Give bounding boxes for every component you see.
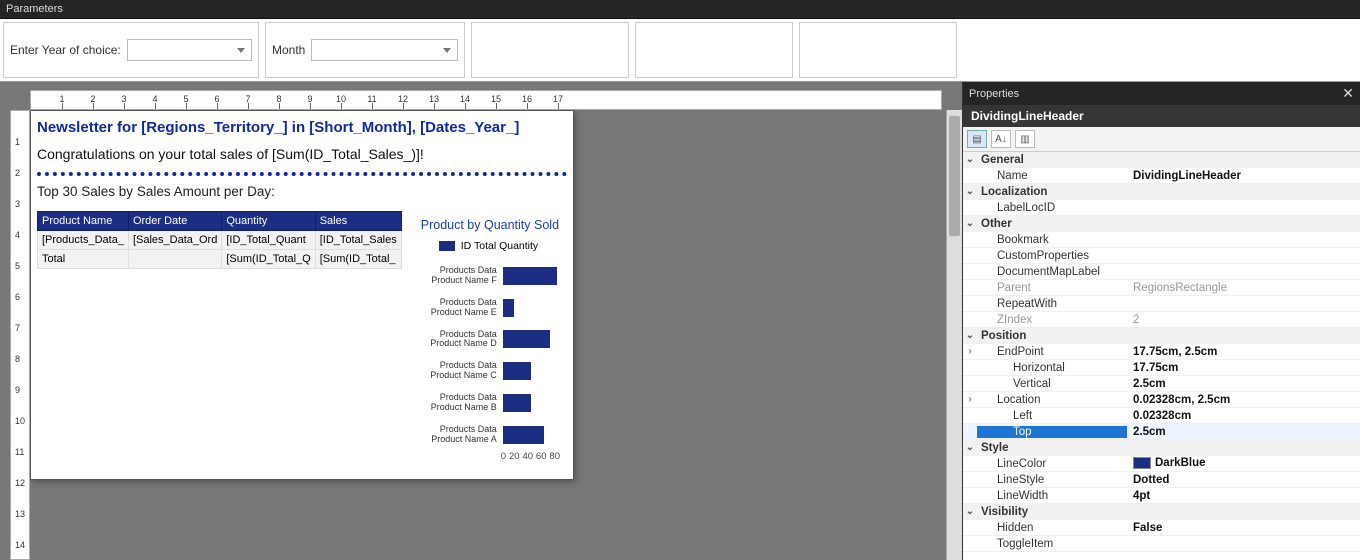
table-header[interactable]: Sales [315,212,401,231]
bar-row: Products DataProduct Name F [423,266,560,286]
param-year-select[interactable] [127,39,252,61]
prop-row-horizontal[interactable]: Horizontal17.75cm [963,360,1360,376]
param-empty-2 [635,22,793,78]
prop-row-top[interactable]: Top2.5cm [963,424,1360,440]
bar-label: Products DataProduct Name A [423,425,497,445]
prop-category[interactable]: ⌄Localization [963,184,1360,200]
properties-grid[interactable]: ⌄GeneralNameDividingLineHeader⌄Localizat… [963,152,1360,560]
bar-row: Products DataProduct Name A [423,425,560,445]
sales-table[interactable]: Product NameOrder DateQuantitySales [Pro… [37,211,402,269]
bar-label: Products DataProduct Name E [423,298,497,318]
prop-category[interactable]: ⌄General [963,152,1360,168]
dividing-line-header[interactable] [37,172,567,176]
prop-row-customproperties[interactable]: CustomProperties [963,248,1360,264]
categorized-icon[interactable]: ▤ [967,130,987,148]
canvas[interactable]: Newsletter for [Regions_Territory_] in [… [30,110,946,560]
param-year-cell: Enter Year of choice: [3,22,259,78]
bar-label: Products DataProduct Name B [423,393,497,413]
prop-row-endpoint[interactable]: ›EndPoint17.75cm, 2.5cm [963,344,1360,360]
properties-panel: Properties ✕ DividingLineHeader ▤ A↓ ▥ ⌄… [962,82,1360,560]
prop-category[interactable]: ⌄Visibility [963,504,1360,520]
parameters-panel-title: Parameters [0,0,1360,19]
table-row[interactable]: Total[Sum(ID_Total_Q[Sum(ID_Total_ [38,250,402,269]
table-row[interactable]: [Products_Data_[Sales_Data_Ord[ID_Total_… [38,231,402,250]
bar-fill [503,330,551,348]
param-year-label: Enter Year of choice: [10,43,121,57]
bar-row: Products DataProduct Name C [423,361,560,381]
design-surface: 1234567891011121314151617 12345678910111… [0,82,962,560]
properties-panel-title: Properties [969,88,1019,100]
param-month-select[interactable] [311,39,458,61]
table-header[interactable]: Order Date [128,212,221,231]
report-congrats[interactable]: Congratulations on your total sales of [… [37,146,567,162]
prop-row-location[interactable]: ›Location0.02328cm, 2.5cm [963,392,1360,408]
bar-label: Products DataProduct Name D [423,330,497,350]
bar-fill [503,426,544,444]
prop-row-linecolor[interactable]: LineColorDarkBlue [963,456,1360,472]
chart-bars: Products DataProduct Name F Products Data… [421,266,560,445]
report-title[interactable]: Newsletter for [Regions_Territory_] in [… [37,119,567,136]
close-icon[interactable]: ✕ [1342,85,1354,102]
prop-row-vertical[interactable]: Vertical2.5cm [963,376,1360,392]
prop-row-bookmark[interactable]: Bookmark [963,232,1360,248]
bar-fill [503,267,557,285]
chart-axis: 020406080 [501,451,560,462]
bar-fill [503,299,514,317]
properties-pages-icon[interactable]: ▥ [1015,130,1035,148]
prop-category[interactable]: ⌄Other [963,216,1360,232]
prop-category[interactable]: ⌄Position [963,328,1360,344]
prop-row-parent[interactable]: ParentRegionsRectangle [963,280,1360,296]
param-empty-1 [471,22,629,78]
param-empty-3 [799,22,957,78]
bar-row: Products DataProduct Name B [423,393,560,413]
param-month-cell: Month [265,22,465,78]
bar-row: Products DataProduct Name E [423,298,560,318]
table-header[interactable]: Product Name [38,212,129,231]
prop-category[interactable]: ⌄Style [963,440,1360,456]
prop-row-documentmaplabel[interactable]: DocumentMapLabel [963,264,1360,280]
bar-label: Products DataProduct Name C [423,361,497,381]
chart-legend: ID Total Quantity [439,240,560,252]
prop-row-name[interactable]: NameDividingLineHeader [963,168,1360,184]
report-subhead[interactable]: Top 30 Sales by Sales Amount per Day: [37,184,567,199]
prop-row-linestyle[interactable]: LineStyleDotted [963,472,1360,488]
bar-label: Products DataProduct Name F [423,266,497,286]
bar-row: Products DataProduct Name D [423,330,560,350]
bar-fill [503,362,532,380]
prop-row-linewidth[interactable]: LineWidth4pt [963,488,1360,504]
report-page[interactable]: Newsletter for [Regions_Territory_] in [… [30,110,574,480]
design-vscrollbar[interactable] [946,110,962,560]
bar-fill [503,394,532,412]
chart-title: Product by Quantity Sold [421,218,560,232]
table-header[interactable]: Quantity [222,212,315,231]
sort-az-icon[interactable]: A↓ [991,130,1011,148]
chart-box[interactable]: Product by Quantity Sold ID Total Quanti… [414,211,567,467]
parameters-panel: Enter Year of choice: Month [0,19,1360,82]
prop-row-labellocid[interactable]: LabelLocID [963,200,1360,216]
legend-swatch [439,241,455,251]
scrollbar-thumb[interactable] [949,116,960,236]
properties-object-name[interactable]: DividingLineHeader [963,105,1360,127]
prop-row-hidden[interactable]: HiddenFalse [963,520,1360,536]
legend-label: ID Total Quantity [461,240,538,252]
ruler-horizontal: 1234567891011121314151617 [30,90,942,110]
ruler-vertical: 1234567891011121314 [10,110,30,560]
param-month-label: Month [272,43,305,57]
prop-row-left[interactable]: Left0.02328cm [963,408,1360,424]
prop-row-repeatwith[interactable]: RepeatWith [963,296,1360,312]
prop-row-zindex[interactable]: ZIndex2 [963,312,1360,328]
properties-toolbar: ▤ A↓ ▥ [963,127,1360,152]
prop-row-toggleitem[interactable]: ToggleItem [963,536,1360,552]
